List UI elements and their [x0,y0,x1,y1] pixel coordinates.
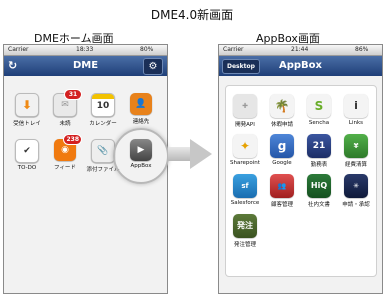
app-label: Google [272,160,292,166]
app-leave-request[interactable]: 🌴 休暇申請 [261,94,303,128]
inbox-icon: ⬇ [15,93,39,117]
app-label: 発注管理 [233,242,256,248]
battery-level: 80% [140,46,154,53]
app-label: 勤務表 [310,162,328,168]
calendar-icon: 21 [307,134,331,158]
info-icon: i [344,94,368,118]
app-label: 開発API [235,122,255,128]
app-customer-mgmt[interactable]: 👥 顧客管理 [261,174,303,208]
app-salesforce[interactable]: sf Salesforce [224,174,266,206]
people-icon: 👥 [270,174,294,198]
app-approval[interactable]: ✳ 申請・承認 [335,174,377,208]
navbar: AppBox Desktop [219,56,382,76]
gear-icon[interactable]: ⚙ [143,58,163,75]
tile-label: TO-DO [17,165,37,171]
calendar-date: 10 [96,101,110,111]
tile-label: カレンダー [89,121,117,127]
navbar: DME ↻ ⚙ [4,56,167,76]
app-google[interactable]: g Google [261,134,303,166]
carrier-label: Carrier [223,46,244,53]
clock: 18:33 [76,46,94,53]
app-documents[interactable]: HiQ 社内文書 [298,174,340,208]
tile-calendar[interactable]: 10 カレンダー [84,93,122,127]
refresh-icon[interactable]: ↻ [8,59,17,72]
unread-badge: 31 [64,89,82,100]
app-label: 顧客管理 [270,202,293,208]
app-label: 経費清算 [344,162,367,168]
clock: 21:44 [291,46,309,53]
app-grid-panel: ✚ 開発API 🌴 休暇申請 S Sencha i Links ✦ Sharepoint … [225,85,377,277]
app-links[interactable]: i Links [335,94,377,126]
arrow-icon [190,139,212,169]
hiq-icon: HiQ [307,174,331,198]
contacts-icon: 👤 [130,93,152,115]
tile-label: 未読 [59,121,71,127]
transition-arrow-shaft [168,147,190,161]
feed-badge: 238 [63,134,82,145]
appbox-screen: Carrier 21:44 86% AppBox Desktop ✚ 開発API … [218,44,383,294]
carrier-label: Carrier [8,46,29,53]
app-label: 社内文書 [307,202,330,208]
desktop-back-button[interactable]: Desktop [222,59,260,74]
order-icon: 発注 [233,214,257,238]
tile-inbox[interactable]: ⬇ 受信トレイ [8,93,46,127]
page-heading: DME4.0新画面 [150,8,234,22]
google-icon: g [270,134,294,158]
calendar-icon: 10 [91,93,115,117]
app-label: 休暇申請 [270,122,293,128]
tile-unread[interactable]: ✉ 31 未読 [46,89,84,127]
tile-feed[interactable]: ◉ 238 フィード [46,134,84,171]
approval-icon: ✳ [344,174,368,198]
sharepoint-icon: ✦ [233,134,257,158]
expense-icon: ¥ [344,134,368,158]
app-order-mgmt[interactable]: 発注 発注管理 [224,214,266,248]
app-sencha[interactable]: S Sencha [298,94,340,126]
rss-icon: ◉ 238 [54,134,82,161]
status-bar: Carrier 18:33 80% [4,45,167,56]
palm-tree-icon: 🌴 [270,94,294,118]
tile-label: フィード [54,165,76,171]
mail-icon: ✉ 31 [53,89,82,117]
app-expense[interactable]: ¥ 経費清算 [335,134,377,168]
battery-level: 86% [355,46,369,53]
todo-icon: ✔ [15,139,39,163]
tile-todo[interactable]: ✔ TO-DO [8,139,46,171]
sencha-icon: S [307,94,331,118]
salesforce-icon: sf [233,174,257,198]
app-label: 申請・承認 [342,202,370,208]
tile-label: 受信トレイ [13,121,41,127]
appbox-highlight-circle [113,128,169,184]
tile-label: 連絡先 [132,119,150,125]
tile-contacts[interactable]: 👤 連絡先 [122,93,160,125]
status-bar: Carrier 21:44 86% [219,45,382,56]
app-label: Links [348,120,364,126]
app-attendance[interactable]: 21 勤務表 [298,134,340,168]
app-sharepoint[interactable]: ✦ Sharepoint [224,134,266,166]
app-label: Salesforce [230,200,260,206]
app-label: Sencha [308,120,330,126]
paperclip-icon: 📎 [91,139,115,163]
app-label: Sharepoint [230,160,260,166]
app-dev-api[interactable]: ✚ 開発API [224,94,266,128]
puzzle-icon: ✚ [233,94,257,118]
